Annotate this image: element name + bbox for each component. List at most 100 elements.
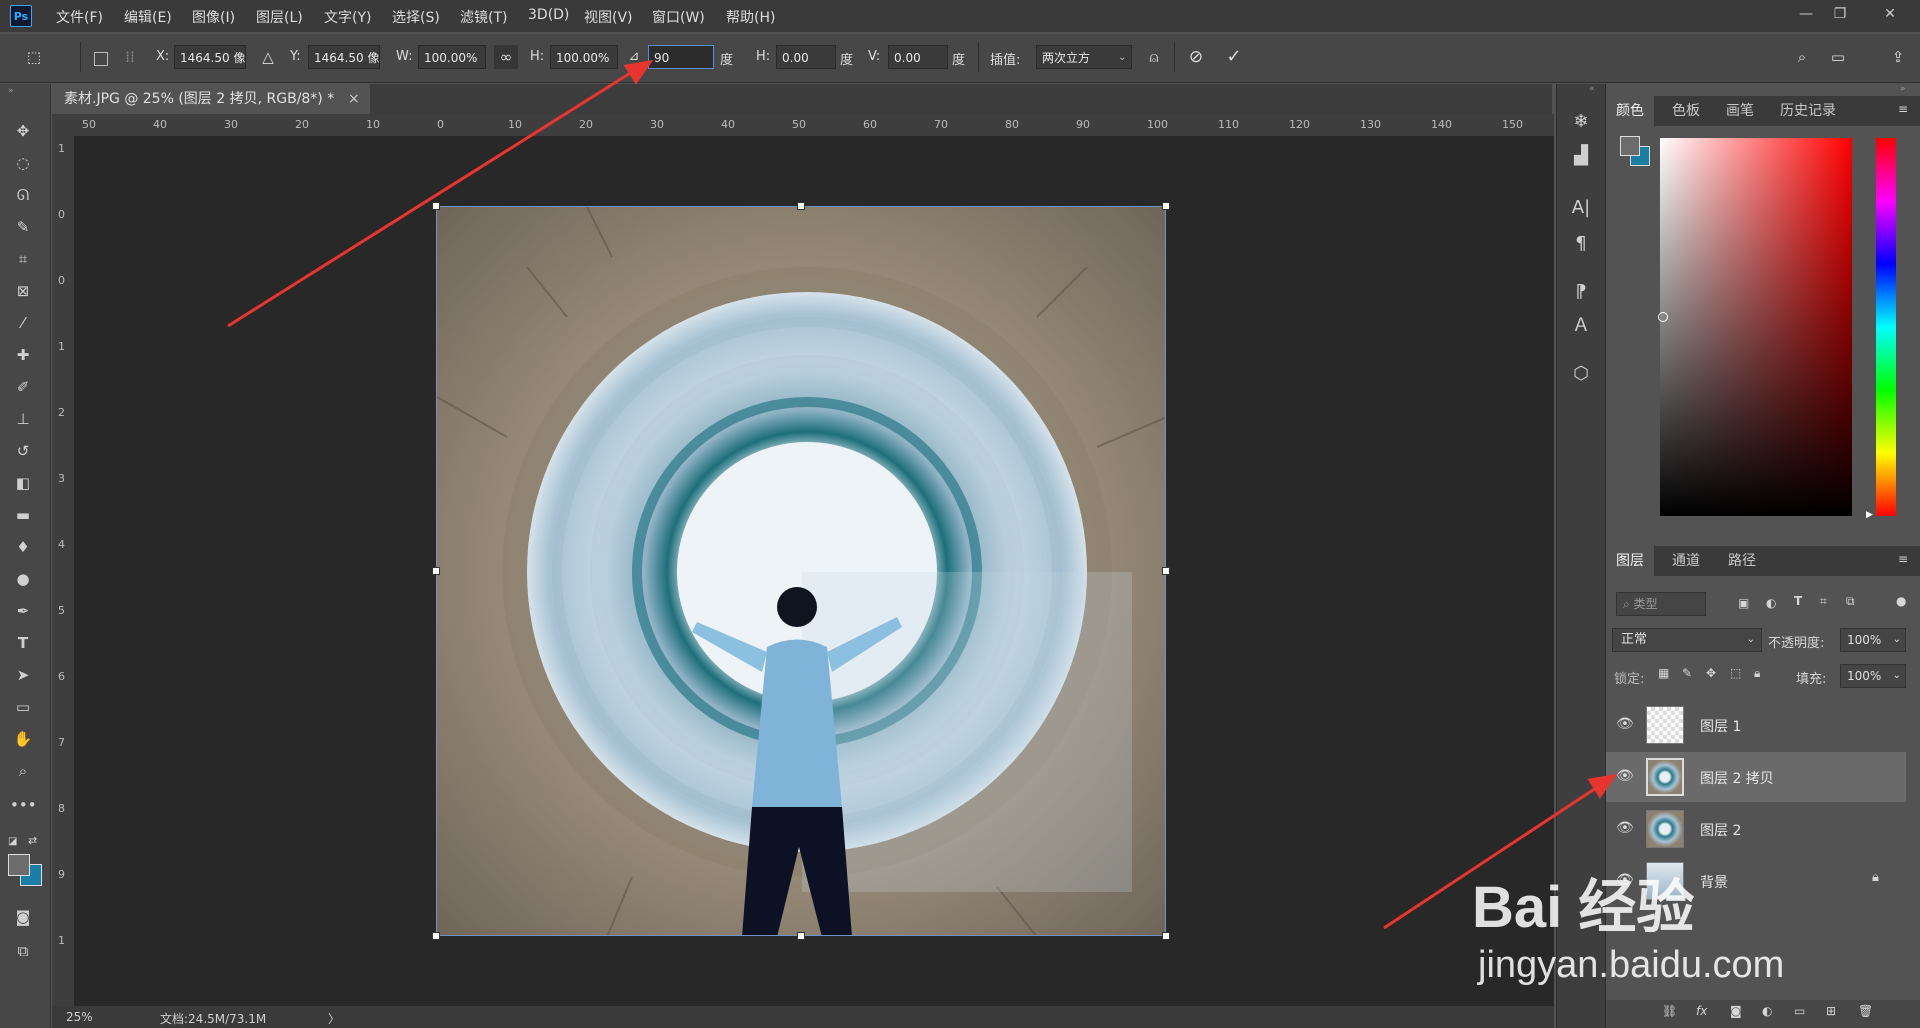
eraser-tool-icon[interactable]: ◧ (10, 472, 36, 494)
brush-tool-icon[interactable]: ✐ (10, 376, 36, 398)
color-picker-field[interactable] (1660, 138, 1852, 516)
collapse-icon[interactable]: » (1900, 84, 1906, 94)
v-skew-field[interactable]: 0.00 (888, 45, 948, 69)
crop-tool-icon[interactable]: ⌗ (10, 248, 36, 270)
lock-position-icon[interactable]: ✥ (1706, 666, 1716, 680)
hue-slider-marker[interactable]: ▶ (1866, 510, 1873, 520)
canvas-image[interactable] (436, 206, 1166, 936)
character-icon[interactable]: A| (1569, 196, 1593, 220)
transform-tool-icon[interactable]: ⬚ (22, 45, 46, 69)
tab-swatches[interactable]: 色板 (1662, 96, 1710, 126)
navigator-icon[interactable]: ❄ (1569, 110, 1593, 134)
more-tools-icon[interactable]: ••• (10, 794, 37, 816)
height-field[interactable]: 100.00% (550, 45, 618, 69)
menu-help[interactable]: 帮助(H) (726, 7, 775, 27)
transform-handle-ne[interactable] (1162, 202, 1170, 210)
pen-tool-icon[interactable]: ✒ (10, 600, 36, 622)
transform-handle-s[interactable] (797, 932, 805, 940)
transform-handle-se[interactable] (1162, 932, 1170, 940)
filter-type-icon[interactable]: T (1794, 594, 1802, 608)
menu-image[interactable]: 图像(I) (192, 7, 235, 27)
minimize-button[interactable]: — (1788, 2, 1824, 26)
collapse-icon[interactable]: » (8, 86, 14, 96)
filter-shape-icon[interactable]: ⌗ (1820, 594, 1827, 609)
fx-icon[interactable]: fx (1696, 1004, 1707, 1018)
paragraph-icon[interactable]: ¶ (1569, 232, 1593, 256)
document-tab[interactable]: 素材.JPG @ 25% (图层 2 拷贝, RGB/8*) * × (52, 84, 370, 114)
foreground-swatch[interactable] (1620, 136, 1640, 156)
tab-color[interactable]: 颜色 (1606, 96, 1654, 126)
filter-toggle-icon[interactable]: ● (1896, 594, 1906, 608)
lock-transparency-icon[interactable]: ▦ (1658, 666, 1669, 680)
visibility-eye-icon[interactable]: 👁︎ (1616, 820, 1636, 838)
menu-edit[interactable]: 编辑(E) (124, 7, 172, 27)
adjustment-icon[interactable]: ◐ (1762, 1004, 1772, 1018)
reference-point-grid-icon[interactable]: ⁞⁞ (118, 45, 142, 69)
paragraph-styles-icon[interactable]: ⁋ (1569, 280, 1593, 304)
default-colors-icon[interactable]: ◪ (8, 836, 17, 847)
y-field[interactable]: 1464.50 像 (308, 45, 380, 69)
transform-handle-e[interactable] (1162, 567, 1170, 575)
filter-smart-object-icon[interactable]: ⧉ (1846, 594, 1855, 609)
close-window-button[interactable]: ✕ (1872, 2, 1908, 26)
search-icon[interactable]: ⌕ (1790, 45, 1814, 69)
menu-filter[interactable]: 滤镜(T) (460, 7, 507, 27)
history-brush-tool-icon[interactable]: ↺ (10, 440, 36, 462)
histogram-icon[interactable]: ▟ (1569, 144, 1593, 168)
h-skew-field[interactable]: 0.00 (776, 45, 836, 69)
delta-icon[interactable]: △ (256, 45, 280, 69)
new-layer-icon[interactable]: ⊞ (1826, 1004, 1836, 1018)
lasso-tool-icon[interactable]: ᘏ (10, 184, 36, 206)
layer-filter-select[interactable]: ⌕ 类型 (1616, 592, 1706, 616)
color-picker-cursor[interactable] (1658, 312, 1668, 322)
collapse-icon[interactable]: « (1589, 84, 1595, 94)
menu-file[interactable]: 文件(F) (56, 7, 103, 27)
visibility-eye-icon[interactable]: 👁︎ (1616, 716, 1636, 734)
menu-view[interactable]: 视图(V) (584, 7, 633, 27)
tab-layers[interactable]: 图层 (1606, 546, 1654, 576)
marquee-tool-icon[interactable]: ◌ (10, 152, 36, 174)
quick-mask-icon[interactable]: ◙ (10, 906, 36, 928)
gradient-tool-icon[interactable]: ▬ (10, 504, 36, 526)
panel-menu-icon[interactable]: ≡ (1898, 102, 1908, 116)
restore-button[interactable]: ❐ (1822, 2, 1858, 26)
rectangle-tool-icon[interactable]: ▭ (10, 696, 36, 718)
layer-row[interactable]: 👁︎ 图层 1 (1606, 700, 1906, 750)
filter-pixel-icon[interactable]: ▣ (1738, 596, 1749, 610)
foreground-color-swatch[interactable] (8, 854, 30, 876)
status-expand-icon[interactable]: 〉 (328, 1010, 340, 1027)
zoom-tool-icon[interactable]: ⌕ (10, 760, 36, 782)
workspace-icon[interactable]: ▭ (1826, 45, 1850, 69)
layer-row[interactable]: 👁︎ 图层 2 (1606, 804, 1906, 854)
type-tool-icon[interactable]: T (10, 632, 36, 654)
folder-icon[interactable]: ▭ (1794, 1004, 1805, 1018)
screen-mode-icon[interactable]: ⧉ (10, 940, 36, 962)
menu-window[interactable]: 窗口(W) (652, 7, 705, 27)
filter-adjustment-icon[interactable]: ◐ (1766, 596, 1776, 610)
swap-colors-icon[interactable]: ⇄ (28, 834, 37, 847)
cancel-transform-icon[interactable]: ⊘ (1184, 45, 1208, 69)
tab-history[interactable]: 历史记录 (1770, 96, 1846, 126)
menu-select[interactable]: 选择(S) (392, 7, 440, 27)
lock-all-icon[interactable]: 🔒︎ (1754, 666, 1760, 681)
transform-handle-w[interactable] (432, 567, 440, 575)
zoom-level[interactable]: 25% (66, 1010, 93, 1024)
hand-tool-icon[interactable]: ✋ (10, 728, 36, 750)
fill-field[interactable]: 100% ⌄ (1840, 664, 1906, 688)
share-icon[interactable]: ⇪ (1886, 45, 1910, 69)
blend-mode-select[interactable]: 正常 ⌄ (1612, 628, 1762, 652)
tab-channels[interactable]: 通道 (1662, 546, 1710, 576)
layer-row-selected[interactable]: 👁︎ 图层 2 拷贝 (1606, 752, 1906, 802)
frame-tool-icon[interactable]: ⊠ (10, 280, 36, 302)
x-field[interactable]: 1464.50 像 (174, 45, 246, 69)
rotation-angle-field[interactable]: 90 (648, 45, 714, 69)
transform-handle-n[interactable] (797, 202, 805, 210)
move-tool-icon[interactable]: ✥ (10, 120, 36, 142)
mask-icon[interactable]: ◙ (1730, 1004, 1742, 1018)
lock-artboard-icon[interactable]: ⬚ (1730, 666, 1741, 680)
link-proportions-icon[interactable]: ∞ (494, 45, 518, 69)
3d-icon[interactable]: ⬡ (1569, 362, 1593, 386)
transform-handle-sw[interactable] (432, 932, 440, 940)
reference-point-checkbox[interactable] (94, 52, 108, 66)
opacity-field[interactable]: 100% ⌄ (1840, 628, 1906, 652)
